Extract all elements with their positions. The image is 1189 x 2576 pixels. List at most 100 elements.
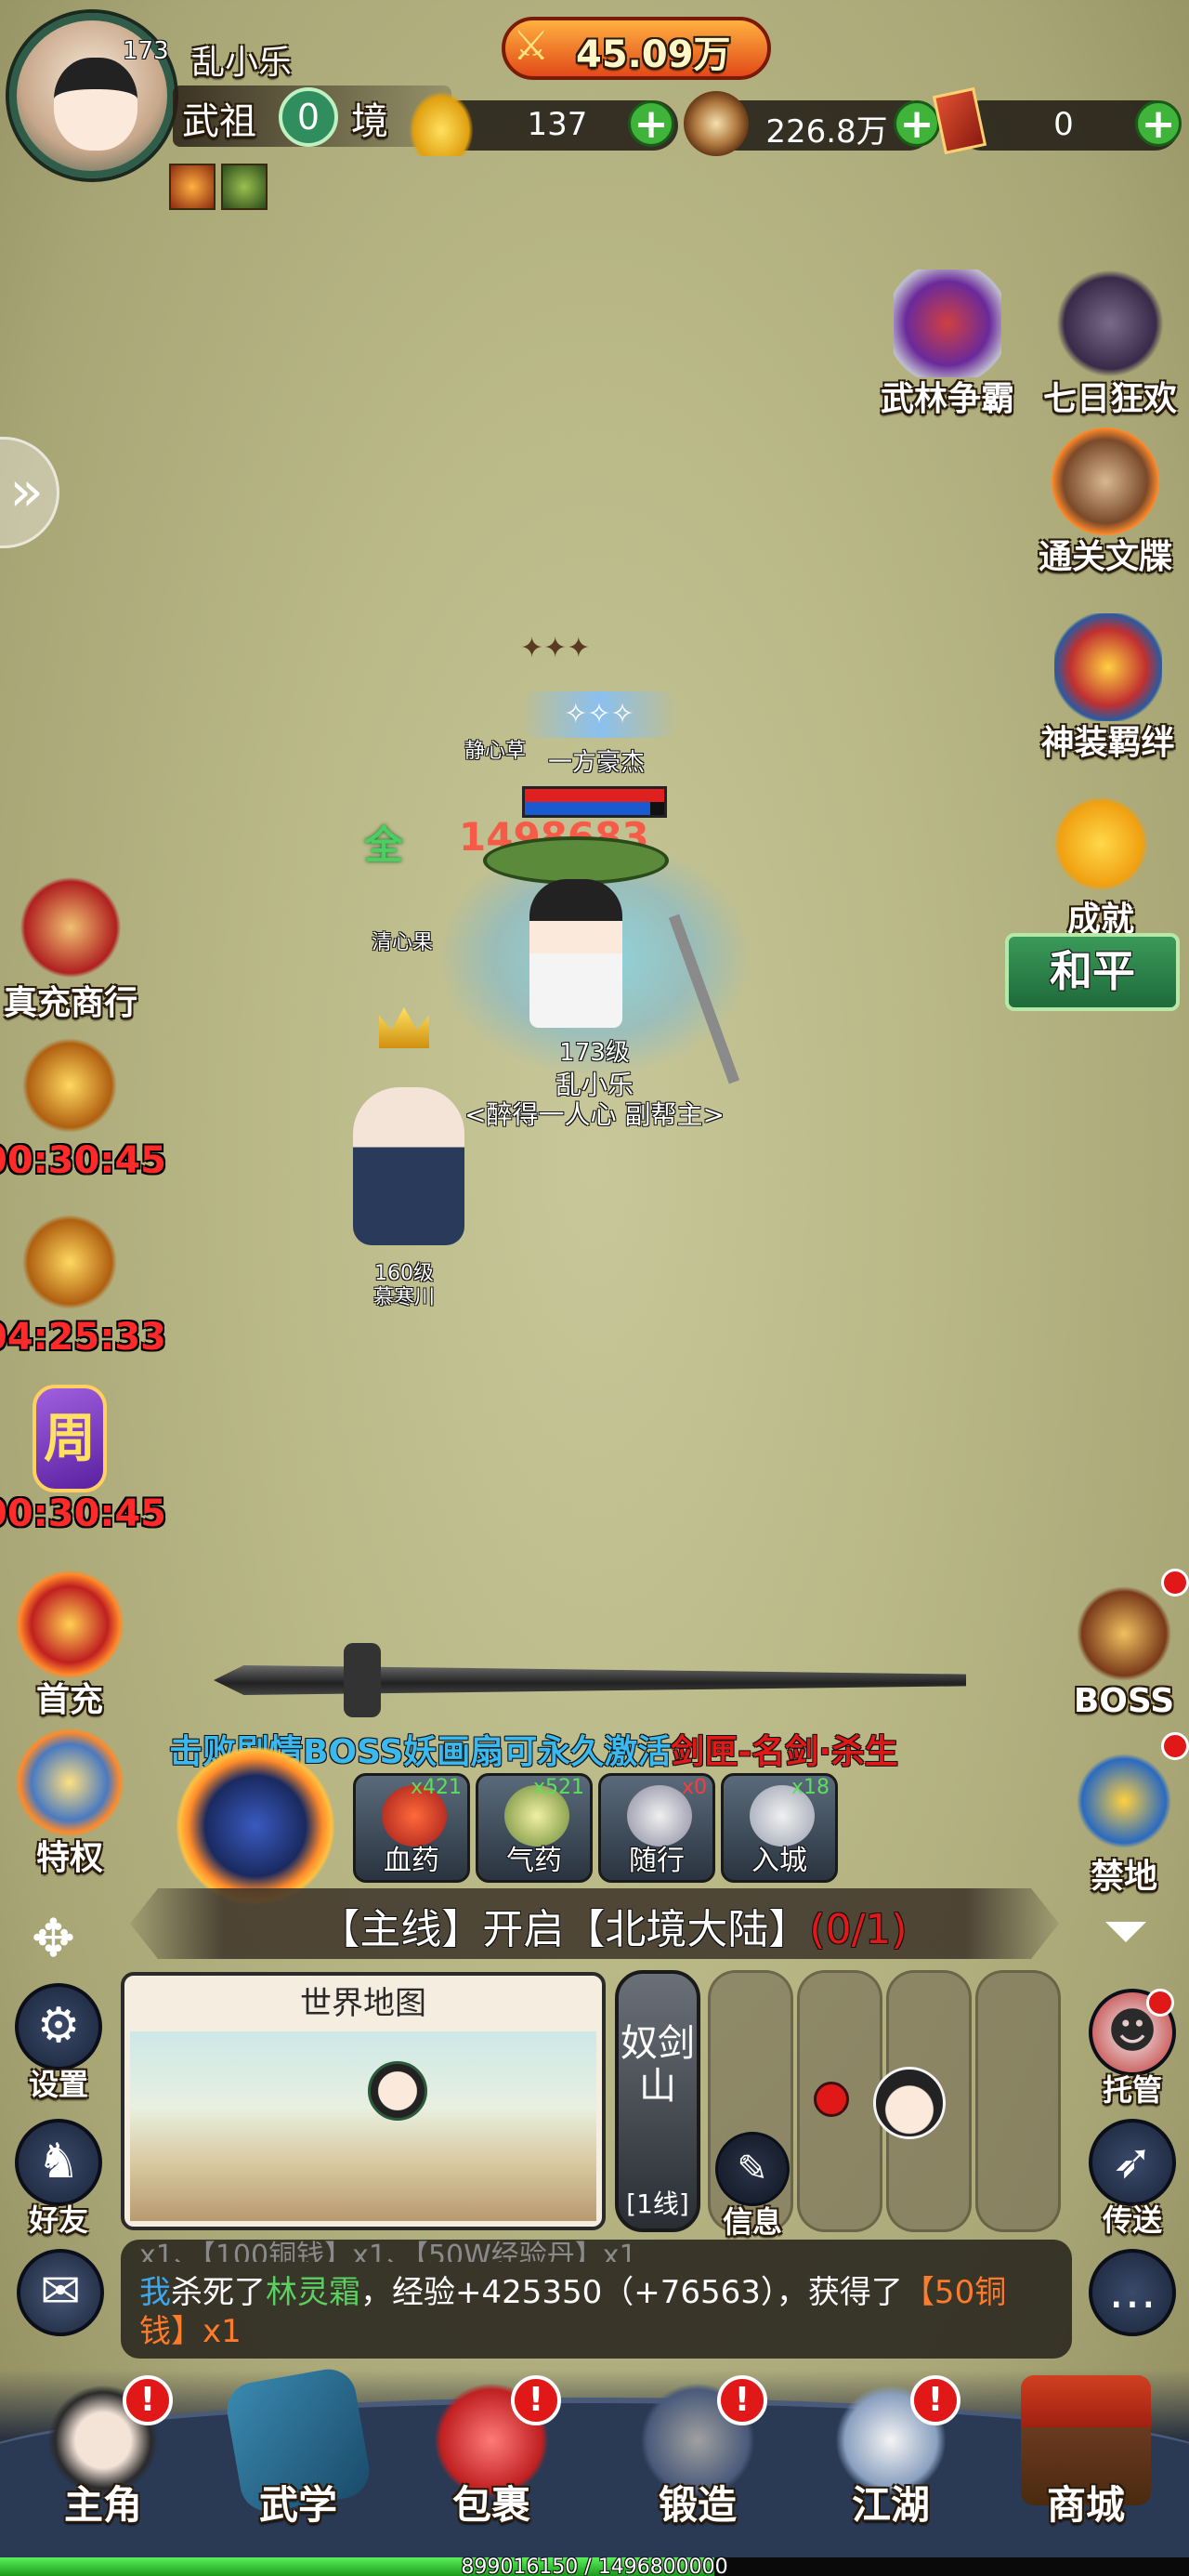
copper-coin-icon — [684, 91, 749, 156]
hero-hat — [483, 836, 669, 885]
settings-label: 设置 — [28, 2067, 88, 2102]
herb-label[interactable]: 清心果 — [372, 926, 433, 955]
world-map-image[interactable] — [130, 2031, 596, 2221]
skill-orb-button[interactable] — [176, 1747, 334, 1905]
damage-number: 全 — [364, 822, 404, 868]
main-quest-text[interactable]: 【主线】开启【北境大陆】(0/1) — [260, 1896, 966, 1955]
recharge-shop-label: 真充商行 — [3, 984, 137, 1022]
boss-label: BOSS — [1073, 1682, 1175, 1720]
seven-day-label: 七日狂欢 — [1042, 380, 1177, 418]
city-scroll-slot[interactable]: x18 入城 — [721, 1773, 838, 1883]
combat-power-value: 45.09万 — [576, 33, 731, 76]
companion-character[interactable] — [353, 1087, 464, 1245]
player-panel[interactable]: 173 乱小乐 武祖 0 境 — [9, 13, 451, 210]
follow-scroll-slot[interactable]: x0 随行 — [598, 1773, 715, 1883]
friends-button[interactable]: ♞ 好友 — [7, 2119, 110, 2240]
teleport-button[interactable]: ➶ 传送 — [1081, 2119, 1183, 2240]
boss-notification-dot — [1161, 1569, 1189, 1597]
nav-hero-label: 主角 — [63, 2482, 142, 2528]
weekly-card-button[interactable]: 周 00:30:45 — [0, 1385, 166, 1535]
main-quest-title: 【主线】开启【北境大陆】 — [319, 1906, 810, 1953]
divine-gear-label: 神装羁绊 — [1040, 724, 1175, 762]
privilege-button[interactable]: 特权 — [0, 1728, 139, 1877]
nav-jianghu[interactable]: 江湖 ! — [812, 2375, 970, 2552]
record-dot-icon — [814, 2082, 849, 2117]
expand-side-panel-button[interactable]: » — [0, 437, 59, 548]
add-ingot-button[interactable]: + — [628, 100, 674, 147]
sword-decoration — [214, 1643, 966, 1717]
nav-bag[interactable]: 包裹 ! — [412, 2375, 570, 2552]
coin-amount: 226.8万 — [765, 113, 888, 151]
seven-day-event-button[interactable]: 七日狂欢 — [1031, 269, 1189, 418]
collapse-arrow-icon[interactable] — [1105, 1922, 1146, 1942]
peace-mode-toggle[interactable]: 和平 — [1005, 933, 1180, 1011]
team-slot[interactable] — [975, 1970, 1061, 2232]
boss-button[interactable]: BOSS — [1059, 1580, 1189, 1728]
treasure-chest-icon — [16, 1208, 124, 1316]
wulin-contest-button[interactable]: 武林争霸 — [855, 269, 1040, 418]
nav-forge[interactable]: 锻造 ! — [619, 2375, 777, 2552]
timed-chest-button-1[interactable]: 00:30:45 — [0, 1032, 166, 1182]
forbidden-zone-label: 禁地 — [1090, 1858, 1157, 1896]
mail-button[interactable]: ✉ — [9, 2249, 111, 2336]
team-member-avatar[interactable] — [873, 2067, 946, 2139]
forbidden-zone-button[interactable]: 禁地 — [1059, 1747, 1189, 1896]
first-charge-button[interactable]: 首充 — [0, 1571, 139, 1719]
hero-character[interactable] — [529, 879, 622, 1028]
teleport-label: 传送 — [1102, 2202, 1162, 2238]
nav-hero-badge: ! — [123, 2375, 173, 2425]
server-line[interactable]: [1线] — [621, 2184, 695, 2221]
cards-shop-icon — [17, 874, 124, 981]
herb-label[interactable]: 静心草 — [464, 734, 526, 764]
token-amount: 0 — [1053, 106, 1074, 143]
gourd-icon — [1056, 269, 1164, 377]
info-button[interactable]: ✎ 信息 — [706, 2132, 799, 2241]
player-name: 乱小乐 — [191, 44, 293, 82]
log-text: 杀死了 — [171, 2274, 266, 2311]
map-player-marker — [368, 2061, 427, 2121]
treasure-chest-icon — [16, 1032, 124, 1139]
nav-shop-label: 商城 — [1046, 2482, 1125, 2528]
mail-icon: ✉ — [17, 2249, 104, 2336]
timed-chest-button-2[interactable]: 04:25:33 — [0, 1208, 166, 1359]
demon-mask-icon — [1070, 1580, 1178, 1688]
clearance-pass-label: 通关文牒 — [1038, 538, 1172, 576]
boss-hint-reward: 剑匣-名剑·杀生 — [671, 1733, 898, 1771]
title-banner: ✦✦✦ — [520, 632, 591, 664]
chest-2-timer: 04:25:33 — [0, 1316, 166, 1359]
experience-text: 899016150 / 1496800000 — [461, 2556, 728, 2576]
hero-level: 173级 — [559, 1039, 630, 1067]
auto-play-label: 托管 — [1102, 2072, 1162, 2108]
clearance-pass-button[interactable]: 通关文牒 — [1022, 427, 1189, 576]
red-token-icon — [932, 86, 987, 155]
hero-health-bar — [522, 786, 667, 818]
add-coin-button[interactable]: + — [894, 100, 940, 147]
recharge-shop-button[interactable]: 真充商行 — [0, 874, 145, 1022]
weekly-card-timer: 00:30:45 — [0, 1492, 166, 1535]
blood-potion-slot[interactable]: x421 血药 — [353, 1773, 470, 1883]
nav-hero[interactable]: 主角 ! — [24, 2375, 182, 2552]
location-name: 奴剑山 — [621, 2022, 695, 2108]
divine-gear-bond-button[interactable]: 神装羁绊 — [1026, 613, 1189, 762]
scroll-icon: ✎ — [715, 2132, 790, 2206]
log-text: ，经验+425350（+76563），获得了 — [360, 2274, 903, 2311]
nav-bag-badge: ! — [511, 2375, 561, 2425]
nav-martial-arts[interactable]: 武学 — [219, 2364, 377, 2552]
settings-button[interactable]: ⚙ 设置 — [7, 1983, 110, 2104]
log-victim: 林灵霜 — [266, 2274, 360, 2311]
chat-button[interactable]: … — [1081, 2249, 1183, 2336]
follow-scroll-count: x0 — [681, 1776, 707, 1799]
buff-fire-icon[interactable] — [169, 164, 216, 210]
nav-bag-label: 包裹 — [451, 2482, 530, 2528]
move-layout-icon[interactable]: ✥ — [32, 1909, 75, 1969]
city-scroll-label: 入城 — [751, 1845, 807, 1877]
crown-icon — [379, 1007, 429, 1048]
armor-helmet-icon — [1053, 613, 1162, 721]
nav-jianghu-label: 江湖 — [851, 2482, 930, 2528]
nav-shop[interactable]: 商城 — [1007, 2375, 1165, 2552]
add-token-button[interactable]: + — [1135, 100, 1182, 147]
achievement-button[interactable]: 成就 — [1031, 790, 1170, 939]
buff-nature-icon[interactable] — [221, 164, 268, 210]
qi-potion-slot[interactable]: x521 气药 — [476, 1773, 593, 1883]
sword-altar-icon — [1070, 1747, 1178, 1855]
